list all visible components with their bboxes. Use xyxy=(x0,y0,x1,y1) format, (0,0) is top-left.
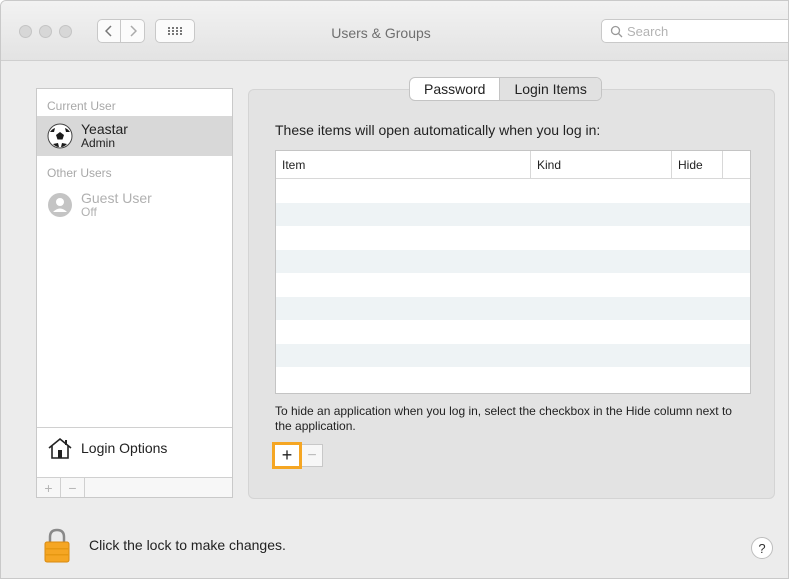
column-hide[interactable]: Hide xyxy=(672,151,723,178)
forward-icon xyxy=(129,25,137,37)
house-icon xyxy=(48,437,72,459)
table-row xyxy=(276,343,750,367)
remove-item-button[interactable]: − xyxy=(302,444,323,467)
table-row xyxy=(276,179,750,203)
login-options-item[interactable]: Login Options xyxy=(37,427,232,467)
user-name: Guest User xyxy=(81,190,152,206)
show-all-button[interactable] xyxy=(155,19,195,43)
sidebar-controls: + − xyxy=(37,477,232,497)
back-icon xyxy=(105,25,112,37)
table-body xyxy=(276,179,750,391)
close-button[interactable] xyxy=(19,25,32,38)
user-row-yeastar[interactable]: Yeastar Admin xyxy=(37,116,232,156)
user-role: Off xyxy=(81,205,97,219)
tab-login-items[interactable]: Login Items xyxy=(499,78,601,100)
table-row xyxy=(276,320,750,344)
user-text: Guest User Off xyxy=(81,191,152,219)
table-header: Item Kind Hide xyxy=(276,151,750,179)
login-items-table[interactable]: Item Kind Hide xyxy=(275,150,751,394)
search-field[interactable] xyxy=(601,19,788,43)
help-button[interactable]: ? xyxy=(751,537,773,559)
tab-bar: Password Login Items xyxy=(409,77,602,101)
titlebar: Users & Groups xyxy=(1,1,788,61)
soccer-ball-avatar xyxy=(47,123,73,149)
table-row xyxy=(276,249,750,273)
column-item[interactable]: Item xyxy=(276,151,531,178)
hide-hint-text: To hide an application when you log in, … xyxy=(275,404,732,433)
other-users-header: Other Users xyxy=(47,166,112,180)
tab-password[interactable]: Password xyxy=(410,78,499,100)
zoom-button[interactable] xyxy=(59,25,72,38)
current-user-header: Current User xyxy=(47,99,116,113)
back-button[interactable] xyxy=(97,19,121,43)
help-icon: ? xyxy=(758,540,766,556)
add-item-button[interactable]: + xyxy=(272,442,302,469)
table-row xyxy=(276,202,750,226)
users-sidebar: Current User Yeastar Admin Other Users G… xyxy=(36,88,233,498)
search-icon xyxy=(610,25,623,37)
table-row xyxy=(276,367,750,391)
user-text: Yeastar Admin xyxy=(81,122,128,150)
user-role: Admin xyxy=(81,136,116,150)
lock-row: Click the lock to make changes. xyxy=(43,527,286,563)
forward-button[interactable] xyxy=(121,19,145,43)
window-title: Users & Groups xyxy=(331,25,431,41)
lock-icon[interactable] xyxy=(43,527,71,563)
login-options-label: Login Options xyxy=(81,439,168,456)
table-row xyxy=(276,226,750,250)
item-controls: + − xyxy=(272,442,323,469)
lock-text: Click the lock to make changes. xyxy=(89,537,286,553)
grid-icon xyxy=(168,27,182,35)
search-input[interactable] xyxy=(627,23,777,39)
minimize-button[interactable] xyxy=(39,25,52,38)
table-row xyxy=(276,273,750,297)
intro-text: These items will open automatically when… xyxy=(275,122,601,138)
guest-avatar xyxy=(48,193,72,217)
remove-user-button[interactable]: − xyxy=(61,478,85,497)
user-row-guest[interactable]: Guest User Off xyxy=(37,185,232,225)
column-spacer xyxy=(723,151,750,178)
add-user-button[interactable]: + xyxy=(37,478,61,497)
window: Users & Groups Current User Yeastar Admi… xyxy=(0,0,789,579)
user-name: Yeastar xyxy=(81,121,128,137)
table-row xyxy=(276,296,750,320)
column-kind[interactable]: Kind xyxy=(531,151,672,178)
